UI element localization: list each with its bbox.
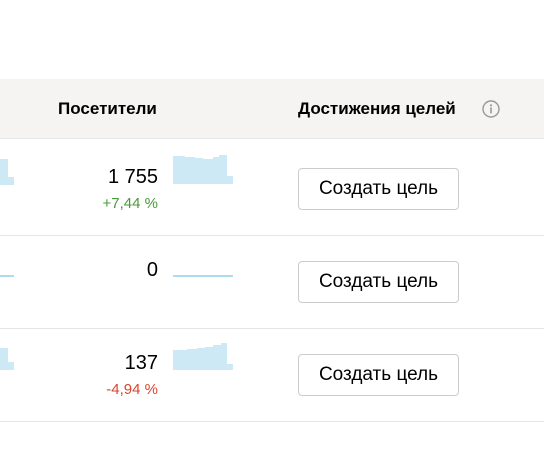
row-divider [0,328,544,329]
row-1-create-goal-button[interactable]: Создать цель [298,168,459,210]
row-2-sparkline-partial [0,275,14,277]
row-2-create-goal-button[interactable]: Создать цель [298,261,459,303]
column-header-goals[interactable]: Достижения целей [298,99,456,119]
row-1-visitors-value: 1 755 [107,166,158,188]
row-3-visitors-delta: -4,94 % [106,381,158,398]
row-1-sparkline-partial [0,159,14,185]
row-1-visitors-delta: +7,44 % [102,195,158,212]
row-3-visitors-sparkline [173,343,233,370]
info-circle-icon[interactable] [482,100,500,118]
row-3-create-goal-button[interactable]: Создать цель [298,354,459,396]
row-2-visitors-value: 0 [146,259,158,281]
row-1-visitors-sparkline [173,155,233,184]
row-divider [0,235,544,236]
row-3-sparkline-partial [0,348,14,370]
column-header-visitors[interactable]: Посетители [58,99,157,119]
row-3-visitors-value: 137 [124,352,158,374]
row-2-visitors-sparkline [173,275,233,277]
row-divider [0,421,544,422]
